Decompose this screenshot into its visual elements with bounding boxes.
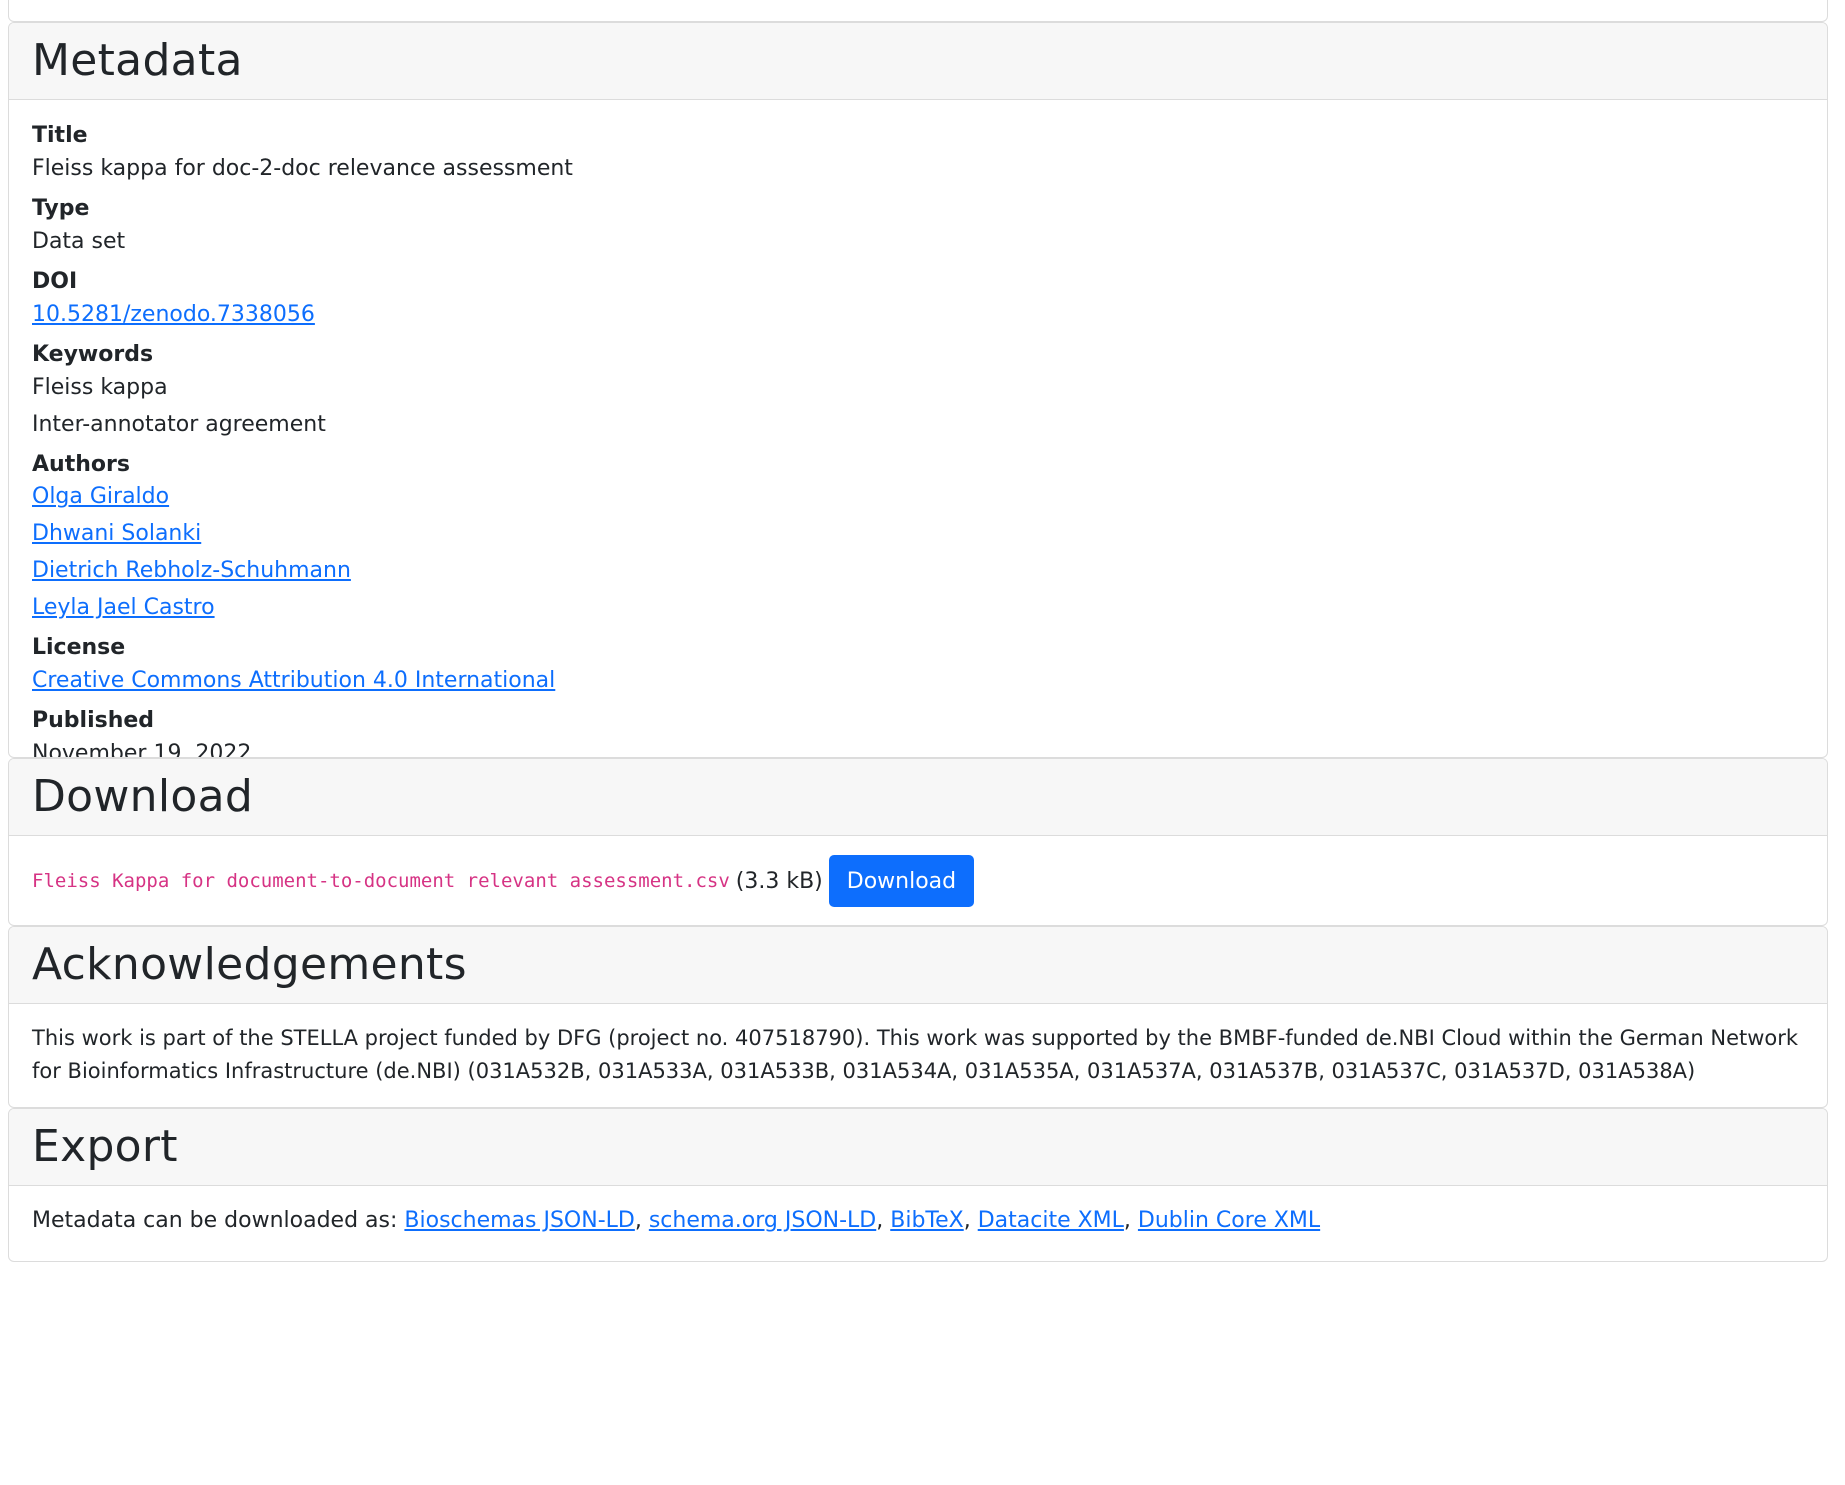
export-separator: , [876, 1208, 891, 1233]
export-card: Export Metadata can be downloaded as: Bi… [8, 1108, 1828, 1262]
acknowledgements-heading: Acknowledgements [32, 939, 467, 990]
export-separator: , [963, 1208, 978, 1233]
doi-link[interactable]: 10.5281/zenodo.7338056 [32, 302, 315, 327]
metadata-card-body: Title Fleiss kappa for doc-2-doc relevan… [9, 100, 1827, 758]
export-separator: , [1123, 1208, 1138, 1233]
export-card-header: Export [9, 1109, 1827, 1186]
export-bioschemas-link[interactable]: Bioschemas JSON-LD [404, 1208, 634, 1233]
published-value: November 19, 2022 [32, 741, 252, 758]
author-link[interactable]: Dhwani Solanki [32, 521, 201, 546]
keyword-item: Inter-annotator agreement [32, 411, 326, 437]
doi-label: DOI [32, 268, 78, 294]
authors-label: Authors [32, 451, 130, 477]
metadata-heading: Metadata [32, 35, 243, 86]
title-label: Title [32, 123, 88, 148]
type-label: Type [32, 195, 90, 221]
export-card-body: Metadata can be downloaded as: Bioschema… [9, 1186, 1827, 1237]
acknowledgements-text: This work is part of the STELLA project … [32, 1026, 1799, 1083]
published-label: Published [32, 708, 155, 734]
author-link[interactable]: Olga Giraldo [32, 484, 169, 509]
export-dublincore-link[interactable]: Dublin Core XML [1138, 1208, 1320, 1233]
download-filesize: (3.3 kB) [735, 868, 823, 894]
title-value: Fleiss kappa for doc-2-doc relevance ass… [32, 155, 573, 181]
license-link[interactable]: Creative Commons Attribution 4.0 Interna… [32, 668, 555, 693]
metadata-card-header: Metadata [9, 23, 1827, 100]
acknowledgements-card: Acknowledgements This work is part of th… [8, 926, 1828, 1108]
export-formats-line: Metadata can be downloaded as: Bioschema… [32, 1204, 1804, 1237]
keyword-item: Fleiss kappa [32, 374, 168, 400]
author-link[interactable]: Leyla Jael Castro [32, 595, 215, 620]
license-label: License [32, 635, 126, 661]
download-card-body: Fleiss Kappa for document-to-document re… [9, 836, 1827, 907]
download-card-header: Download [9, 759, 1827, 836]
download-heading: Download [32, 771, 254, 822]
previous-card-bottom [8, 0, 1828, 22]
export-intro: Metadata can be downloaded as: [32, 1208, 405, 1233]
acknowledgements-card-header: Acknowledgements [9, 927, 1827, 1004]
export-schemaorg-link[interactable]: schema.org JSON-LD [649, 1208, 876, 1233]
export-heading: Export [32, 1121, 178, 1172]
export-datacite-link[interactable]: Datacite XML [978, 1208, 1124, 1233]
keywords-label: Keywords [32, 341, 154, 367]
author-link[interactable]: Dietrich Rebholz-Schuhmann [32, 558, 351, 583]
download-card: Download Fleiss Kappa for document-to-do… [8, 758, 1828, 926]
download-filename: Fleiss Kappa for document-to-document re… [32, 869, 730, 892]
type-value: Data set [32, 228, 126, 254]
metadata-card: Metadata Title Fleiss kappa for doc-2-do… [8, 22, 1828, 758]
export-separator: , [634, 1208, 649, 1233]
export-bibtex-link[interactable]: BibTeX [890, 1208, 963, 1233]
download-row: Fleiss Kappa for document-to-document re… [32, 855, 1804, 907]
page: Metadata Title Fleiss kappa for doc-2-do… [0, 0, 1845, 1485]
download-button[interactable]: Download [828, 855, 975, 907]
acknowledgements-card-body: This work is part of the STELLA project … [9, 1004, 1827, 1087]
